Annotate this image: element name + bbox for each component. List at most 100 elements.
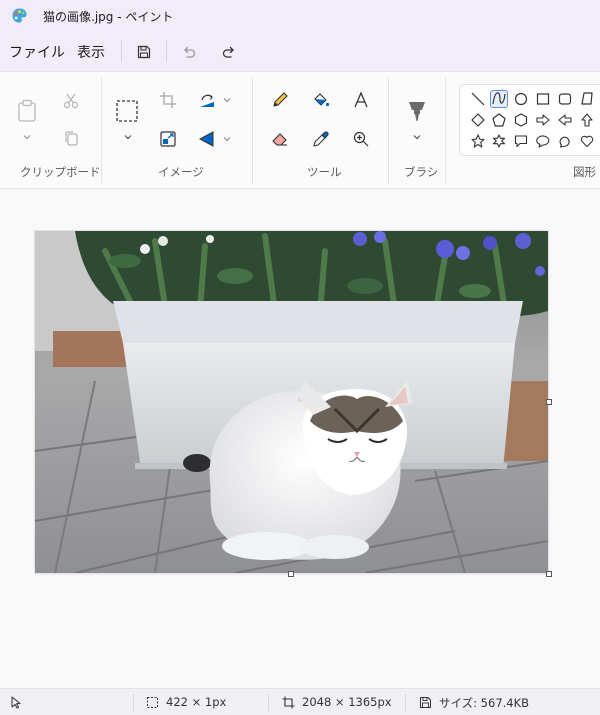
oval-callout-shape-button[interactable] (534, 132, 552, 150)
selection-icon (147, 697, 158, 708)
paint-app-icon (12, 8, 27, 23)
status-divider (268, 694, 269, 711)
hexagon-shape-button[interactable] (512, 111, 530, 129)
right-arrow-shape-button[interactable] (534, 111, 552, 129)
eraser-button[interactable] (267, 126, 293, 152)
polygon-shape-icon (581, 92, 593, 105)
file-size-text: サイズ: 567.4KB (439, 696, 530, 710)
tools-group-label: ツール (307, 165, 342, 179)
color-picker-icon (313, 131, 329, 147)
resize-handle-corner[interactable] (546, 571, 552, 577)
chevron-down-icon[interactable] (412, 132, 422, 142)
menu-divider (166, 40, 167, 62)
ribbon: クリップボード イメージ ツール ブラシ 図形 (0, 71, 600, 189)
group-divider (101, 78, 102, 184)
pentagon-shape-button[interactable] (490, 111, 508, 129)
group-divider (252, 78, 253, 184)
rotate-icon (200, 94, 214, 107)
left-arrow-shape-button[interactable] (556, 111, 574, 129)
diamond-shape-button[interactable] (469, 111, 487, 129)
paste-icon (18, 99, 36, 122)
canvas-image[interactable] (35, 231, 548, 573)
flip-button[interactable] (194, 126, 220, 152)
polygon-shape-button[interactable] (578, 90, 596, 108)
rectangle-shape-icon (536, 93, 550, 105)
star-shape-icon (471, 134, 485, 148)
line-shape-icon (471, 92, 485, 106)
resize-button[interactable] (155, 126, 181, 152)
brush-button[interactable] (404, 98, 430, 124)
magnifier-button[interactable] (348, 126, 374, 152)
heart-shape-icon (580, 135, 594, 148)
up-arrow-shape-button[interactable] (578, 111, 596, 129)
star-shape-button[interactable] (469, 132, 487, 150)
resize-handle-bottom[interactable] (288, 571, 294, 577)
rotate-button[interactable] (194, 87, 220, 113)
crop-button[interactable] (155, 87, 181, 113)
curve-shape-button[interactable] (490, 90, 508, 108)
undo-button[interactable] (176, 39, 202, 65)
pencil-button[interactable] (267, 87, 293, 113)
resize-handle-right[interactable] (546, 399, 552, 405)
oval-shape-button[interactable] (512, 90, 530, 108)
right-arrow-shape-icon (536, 114, 550, 126)
paste-button[interactable] (14, 98, 40, 124)
crop-icon (160, 92, 176, 108)
resize-icon (160, 131, 176, 147)
flip-icon (198, 131, 214, 147)
diamond-shape-icon (471, 113, 485, 127)
image-group-label: イメージ (158, 165, 204, 179)
rect-callout-shape-icon (514, 135, 528, 148)
selection-size-text: 422 × 1px (166, 695, 227, 709)
shapes-group-label: 図形 (573, 165, 596, 179)
shapes-gallery (459, 84, 600, 156)
chevron-down-icon[interactable] (222, 95, 232, 105)
status-bar: 422 × 1px 2048 × 1365px サイズ: 567.4KB (0, 688, 600, 715)
fill-button[interactable] (308, 87, 334, 113)
status-divider (405, 694, 406, 711)
brushes-group-label: ブラシ (404, 165, 439, 179)
oval-shape-icon (514, 92, 528, 106)
menu-divider (121, 40, 122, 62)
cloud-callout-shape-button[interactable] (556, 132, 574, 150)
cut-button[interactable] (58, 88, 84, 114)
oval-callout-shape-icon (536, 135, 550, 148)
cursor-icon (11, 696, 21, 709)
chevron-down-icon[interactable] (222, 134, 232, 144)
select-icon (116, 100, 138, 122)
copy-button[interactable] (58, 126, 84, 152)
cloud-callout-shape-icon (559, 136, 570, 148)
group-divider (388, 78, 389, 184)
pentagon-shape-icon (492, 113, 506, 127)
six-point-star-shape-button[interactable] (490, 132, 508, 150)
file-menu[interactable]: ファイル (9, 42, 65, 62)
rectangle-shape-button[interactable] (534, 90, 552, 108)
eraser-icon (272, 133, 287, 146)
view-menu[interactable]: 表示 (77, 42, 105, 62)
line-shape-button[interactable] (469, 90, 487, 108)
magnifier-icon (353, 131, 369, 147)
chevron-down-icon[interactable] (123, 132, 133, 142)
left-arrow-shape-icon (558, 114, 572, 126)
save-icon (137, 45, 151, 59)
rounded-rectangle-shape-button[interactable] (556, 90, 574, 108)
image-size-icon (282, 696, 295, 709)
heart-shape-button[interactable] (578, 132, 596, 150)
cut-icon (63, 93, 79, 109)
select-button[interactable] (114, 98, 140, 124)
cat-photo (35, 231, 548, 573)
save-icon (420, 697, 431, 708)
fill-icon (314, 93, 330, 107)
canvas-workspace[interactable] (0, 190, 600, 688)
group-divider (445, 78, 446, 184)
hexagon-shape-icon (514, 113, 528, 127)
rect-callout-shape-button[interactable] (512, 132, 530, 150)
save-button[interactable] (131, 39, 157, 65)
copy-icon (65, 131, 78, 146)
chevron-down-icon[interactable] (22, 132, 32, 142)
clipboard-group-label: クリップボード (20, 165, 101, 179)
text-icon (354, 91, 368, 108)
color-picker-button[interactable] (308, 126, 334, 152)
redo-button[interactable] (216, 39, 242, 65)
text-button[interactable] (348, 87, 374, 113)
